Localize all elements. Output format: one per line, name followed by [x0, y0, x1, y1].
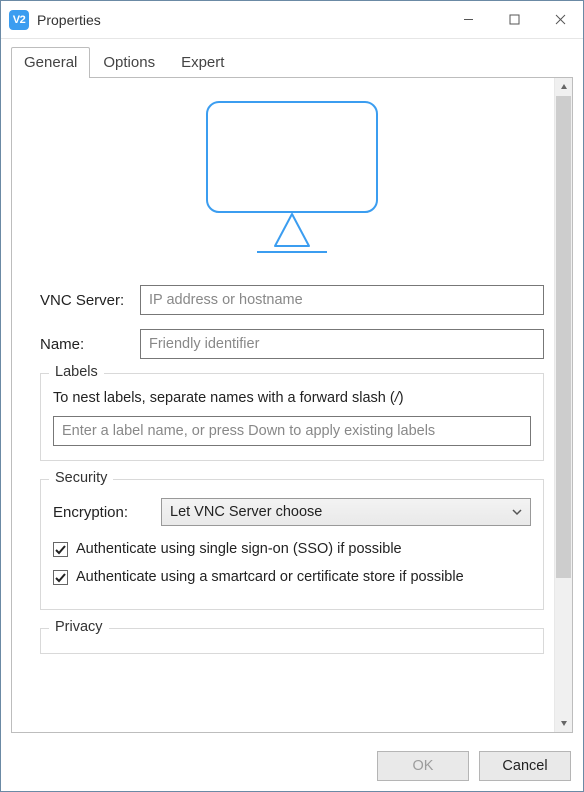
encryption-value: Let VNC Server choose	[170, 504, 322, 520]
vnc-server-row: VNC Server:	[40, 285, 544, 315]
labels-legend: Labels	[49, 364, 104, 380]
checkmark-icon	[55, 572, 66, 583]
monitor-icon	[197, 96, 387, 261]
close-icon	[555, 14, 566, 25]
labels-fieldset: Labels To nest labels, separate names wi…	[40, 373, 544, 461]
vnc-server-input[interactable]	[140, 285, 544, 315]
scrollbar-thumb[interactable]	[556, 96, 571, 578]
vertical-scrollbar[interactable]	[554, 78, 572, 732]
security-legend: Security	[49, 470, 113, 486]
caret-up-icon	[560, 83, 568, 91]
name-label: Name:	[40, 336, 140, 353]
labels-input[interactable]	[53, 416, 531, 446]
encryption-label: Encryption:	[53, 504, 161, 521]
labels-hint: To nest labels, separate names with a fo…	[53, 390, 531, 406]
sso-checkbox[interactable]	[53, 542, 68, 557]
name-row: Name:	[40, 329, 544, 359]
window-title: Properties	[37, 12, 445, 28]
close-button[interactable]	[537, 1, 583, 38]
scroll-content: VNC Server: Name: Labels To nest labels,…	[12, 78, 554, 732]
maximize-button[interactable]	[491, 1, 537, 38]
labels-hint-prefix: To nest labels, separate names with a fo…	[53, 390, 395, 406]
chevron-down-icon	[512, 507, 522, 517]
dialog-footer: OK Cancel	[1, 741, 583, 791]
scroll-up-button[interactable]	[555, 78, 573, 96]
monitor-illustration	[40, 96, 544, 261]
security-fieldset: Security Encryption: Let VNC Server choo…	[40, 479, 544, 610]
vnc-server-label: VNC Server:	[40, 292, 140, 309]
minimize-icon	[463, 14, 474, 25]
sso-check-label[interactable]: Authenticate using single sign-on (SSO) …	[76, 540, 531, 560]
window-controls	[445, 1, 583, 38]
labels-hint-suffix: )	[399, 390, 404, 406]
app-icon: V2	[9, 10, 29, 30]
encryption-select[interactable]: Let VNC Server choose	[161, 498, 531, 526]
sso-check-row: Authenticate using single sign-on (SSO) …	[53, 540, 531, 560]
tab-general[interactable]: General	[11, 47, 90, 78]
name-input[interactable]	[140, 329, 544, 359]
tab-panel: VNC Server: Name: Labels To nest labels,…	[11, 78, 573, 733]
checkmark-icon	[55, 544, 66, 555]
smartcard-check-row: Authenticate using a smartcard or certif…	[53, 568, 531, 588]
scroll-down-button[interactable]	[555, 714, 573, 732]
scrollbar-track[interactable]	[555, 96, 572, 714]
privacy-legend: Privacy	[49, 619, 109, 635]
privacy-placeholder	[53, 641, 531, 647]
caret-down-icon	[560, 719, 568, 727]
ok-button[interactable]: OK	[377, 751, 469, 781]
privacy-fieldset: Privacy	[40, 628, 544, 654]
properties-window: V2 Properties General Options Expert	[0, 0, 584, 792]
minimize-button[interactable]	[445, 1, 491, 38]
cancel-button[interactable]: Cancel	[479, 751, 571, 781]
smartcard-checkbox[interactable]	[53, 570, 68, 585]
titlebar: V2 Properties	[1, 1, 583, 39]
tab-options[interactable]: Options	[90, 47, 168, 78]
encryption-row: Encryption: Let VNC Server choose	[53, 498, 531, 526]
smartcard-check-label[interactable]: Authenticate using a smartcard or certif…	[76, 568, 531, 588]
tabstrip: General Options Expert	[1, 39, 583, 78]
maximize-icon	[509, 14, 520, 25]
tab-expert[interactable]: Expert	[168, 47, 237, 78]
